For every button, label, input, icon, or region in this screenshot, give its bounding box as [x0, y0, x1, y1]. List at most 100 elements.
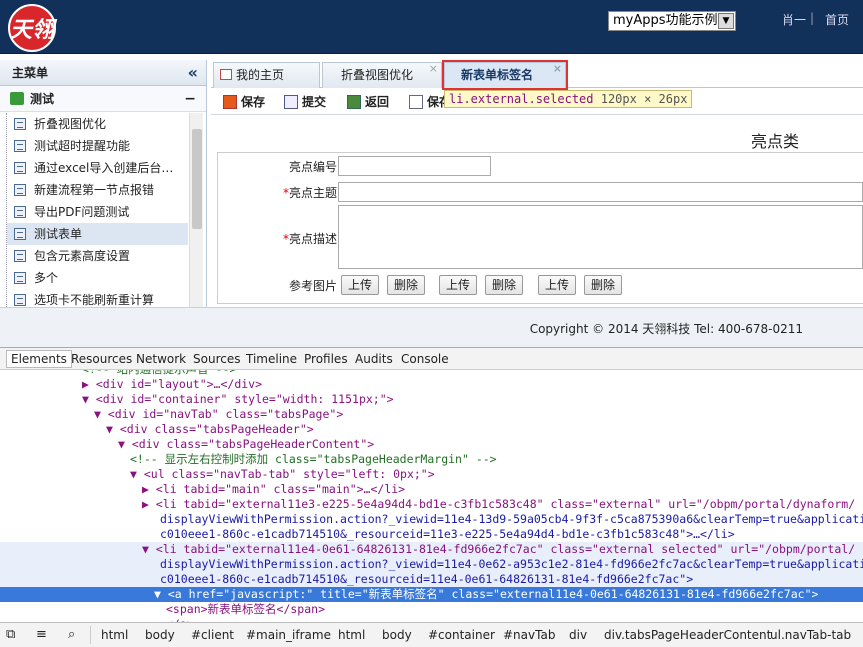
- dom-node-row[interactable]: ▼ <div class="tabsPageHeaderContent">: [0, 437, 863, 452]
- desc-textarea[interactable]: [338, 205, 863, 269]
- delete-button[interactable]: 删除: [387, 275, 426, 295]
- app-select-value: myApps功能示例: [613, 13, 718, 28]
- submit-button[interactable]: 提交: [284, 93, 326, 111]
- upload-button[interactable]: 上传: [439, 275, 478, 295]
- delete-button[interactable]: 删除: [485, 275, 524, 295]
- devtools-tab-sources[interactable]: Sources: [193, 351, 240, 367]
- tab-fold-view[interactable]: 折叠视图优化 ×: [322, 62, 442, 88]
- desc-label-text: 亮点描述: [288, 232, 337, 246]
- crumb[interactable]: html: [101, 627, 128, 643]
- crumb[interactable]: div: [569, 627, 587, 643]
- sidebar-group-test[interactable]: 测试 −: [0, 86, 206, 112]
- user-link[interactable]: 肖一: [782, 11, 806, 28]
- scrollbar-thumb[interactable]: [192, 129, 202, 229]
- home-icon: [220, 69, 232, 80]
- delete-button[interactable]: 删除: [584, 275, 623, 295]
- dom-node-row[interactable]: ▼ <div id="container" style="width: 1151…: [0, 392, 863, 407]
- dom-node-text: <!-- 站内通信提示声音 -->: [82, 370, 236, 377]
- form-icon: [14, 118, 26, 130]
- crumb[interactable]: ul.navTab-tab: [770, 627, 851, 643]
- devtools-tab-audits[interactable]: Audits: [355, 351, 393, 367]
- dom-node-row[interactable]: <!-- 显示左右控制时添加 class="tabsPageHeaderMarg…: [0, 452, 863, 467]
- sidebar-item[interactable]: 导出PDF问题测试: [7, 201, 188, 223]
- dom-node-text: ▶ <li tabid="main" class="main">…</li>: [142, 482, 406, 496]
- dom-node-row[interactable]: c010eee1-860c-e1cadb714510&_resourceid=1…: [0, 527, 863, 542]
- dom-node-row[interactable]: ▼ <ul class="navTab-tab" style="left: 0p…: [0, 467, 863, 482]
- devtools-tabbar: Elements Resources Network Sources Timel…: [0, 347, 863, 370]
- subject-input[interactable]: [338, 182, 863, 202]
- dom-node-row[interactable]: ▼ <div class="tabsPageHeader">: [0, 422, 863, 437]
- dom-node-text: ▼ <li tabid="external11e4-0e61-64826131-…: [142, 542, 856, 556]
- save-button[interactable]: 保存: [223, 93, 265, 111]
- submit-icon: [284, 95, 298, 109]
- folder-icon: [10, 92, 24, 105]
- dom-node-row[interactable]: c010eee1-860c-e1cadb714510&_resourceid=1…: [0, 572, 863, 587]
- sidebar-item[interactable]: 多个: [7, 267, 188, 289]
- sidebar-item[interactable]: 新建流程第一节点报错: [7, 179, 188, 201]
- close-icon[interactable]: ×: [553, 57, 562, 81]
- save-label: 保存: [241, 95, 266, 109]
- collapse-group-icon[interactable]: −: [184, 86, 196, 112]
- dom-node-row[interactable]: ▼ <div id="navTab" class="tabsPage">: [0, 407, 863, 422]
- crumb[interactable]: #container: [428, 627, 495, 643]
- code-input[interactable]: [338, 156, 491, 176]
- crumb[interactable]: body: [145, 627, 175, 643]
- sidebar-item[interactable]: 通过excel导入创建后台…: [7, 157, 188, 179]
- document-icon: [409, 95, 423, 109]
- dom-node-row[interactable]: displayViewWithPermission.action?_viewid…: [0, 557, 863, 572]
- form-icon: [14, 272, 26, 284]
- code-label: 亮点编号: [217, 158, 337, 175]
- form-icon: [14, 228, 26, 240]
- dom-node-row[interactable]: ▶ <li tabid="main" class="main">…</li>: [0, 482, 863, 497]
- crumb[interactable]: #client: [191, 627, 234, 643]
- sidebar-item[interactable]: 测试超时提醒功能: [7, 135, 188, 157]
- devtools-breadcrumbs: ⧉ ≡ ⌕ html body #client #main_iframe htm…: [0, 622, 863, 647]
- sidebar-item[interactable]: 选项卡不能刷新重计算: [7, 289, 188, 307]
- dom-node-row[interactable]: ▼ <li tabid="external11e4-0e61-64826131-…: [0, 542, 863, 557]
- console-drawer-icon[interactable]: ≡: [36, 627, 47, 643]
- dom-node-row[interactable]: <!-- 站内通信提示声音 -->: [0, 370, 863, 377]
- dom-node-row[interactable]: <span>新表单标签名</span>: [0, 602, 863, 617]
- dock-icon[interactable]: ⧉: [6, 627, 15, 643]
- app-select[interactable]: myApps功能示例 ▼: [608, 11, 736, 31]
- back-button[interactable]: 返回: [347, 93, 389, 111]
- dom-node-row[interactable]: displayViewWithPermission.action?_viewid…: [0, 512, 863, 527]
- devtools-tab-elements[interactable]: Elements: [6, 350, 72, 368]
- dom-tree[interactable]: <!-- 站内通信提示声音 -->▶ <div id="layout">…</d…: [0, 370, 863, 622]
- dom-node-text: ▶ <li tabid="external11e3-e225-5e4a94d4-…: [142, 497, 856, 511]
- dom-node-text: displayViewWithPermission.action?_viewid…: [160, 557, 863, 571]
- dom-node-row[interactable]: ▼ <a href="javascript:" title="新表单标签名" c…: [0, 587, 863, 602]
- sidebar-item-selected[interactable]: 测试表单: [7, 223, 188, 245]
- devtools-tab-network[interactable]: Network: [136, 351, 186, 367]
- devtools-tab-timeline[interactable]: Timeline: [246, 351, 297, 367]
- home-link[interactable]: 首页: [825, 11, 849, 28]
- crumb[interactable]: div.tabsPageHeaderContent: [604, 627, 771, 643]
- close-icon[interactable]: ×: [429, 57, 438, 81]
- dom-node-row[interactable]: ▶ <li tabid="external11e3-e225-5e4a94d4-…: [0, 497, 863, 512]
- tab-new-form[interactable]: 新表单标签名 ×: [442, 60, 568, 90]
- dom-node-row[interactable]: ▶ <div id="layout">…</div>: [0, 377, 863, 392]
- upload-button[interactable]: 上传: [538, 275, 577, 295]
- crumb[interactable]: #main_iframe: [246, 627, 331, 643]
- devtools-tab-console[interactable]: Console: [401, 351, 449, 367]
- devtools-tab-resources[interactable]: Resources: [71, 351, 132, 367]
- devtools-tab-profiles[interactable]: Profiles: [304, 351, 348, 367]
- sidebar-item-label: 测试超时提醒功能: [34, 139, 131, 153]
- form-area: 亮点类 亮点编号 *亮点主题 *亮点描述 参考图片 上传 删除 上传 删除 上传…: [211, 116, 863, 306]
- sidebar-item-label: 新建流程第一节点报错: [34, 183, 155, 197]
- crumb[interactable]: body: [382, 627, 412, 643]
- form-icon: [14, 250, 26, 262]
- search-icon[interactable]: ⌕: [68, 627, 75, 643]
- crumb[interactable]: html: [338, 627, 365, 643]
- sidebar-item[interactable]: 折叠视图优化: [7, 113, 188, 135]
- company-logo[interactable]: 天翎: [8, 4, 56, 52]
- collapse-icon[interactable]: «: [188, 60, 198, 86]
- save-icon: [223, 95, 237, 109]
- sidebar-item[interactable]: 包含元素高度设置: [7, 245, 188, 267]
- crumb[interactable]: #navTab: [503, 627, 555, 643]
- tab-home[interactable]: 我的主页: [213, 62, 320, 88]
- chevron-down-icon[interactable]: ▼: [718, 13, 734, 29]
- sidebar-item-label: 多个: [34, 271, 59, 285]
- sidebar-scrollbar[interactable]: [189, 113, 203, 307]
- upload-button[interactable]: 上传: [341, 275, 380, 295]
